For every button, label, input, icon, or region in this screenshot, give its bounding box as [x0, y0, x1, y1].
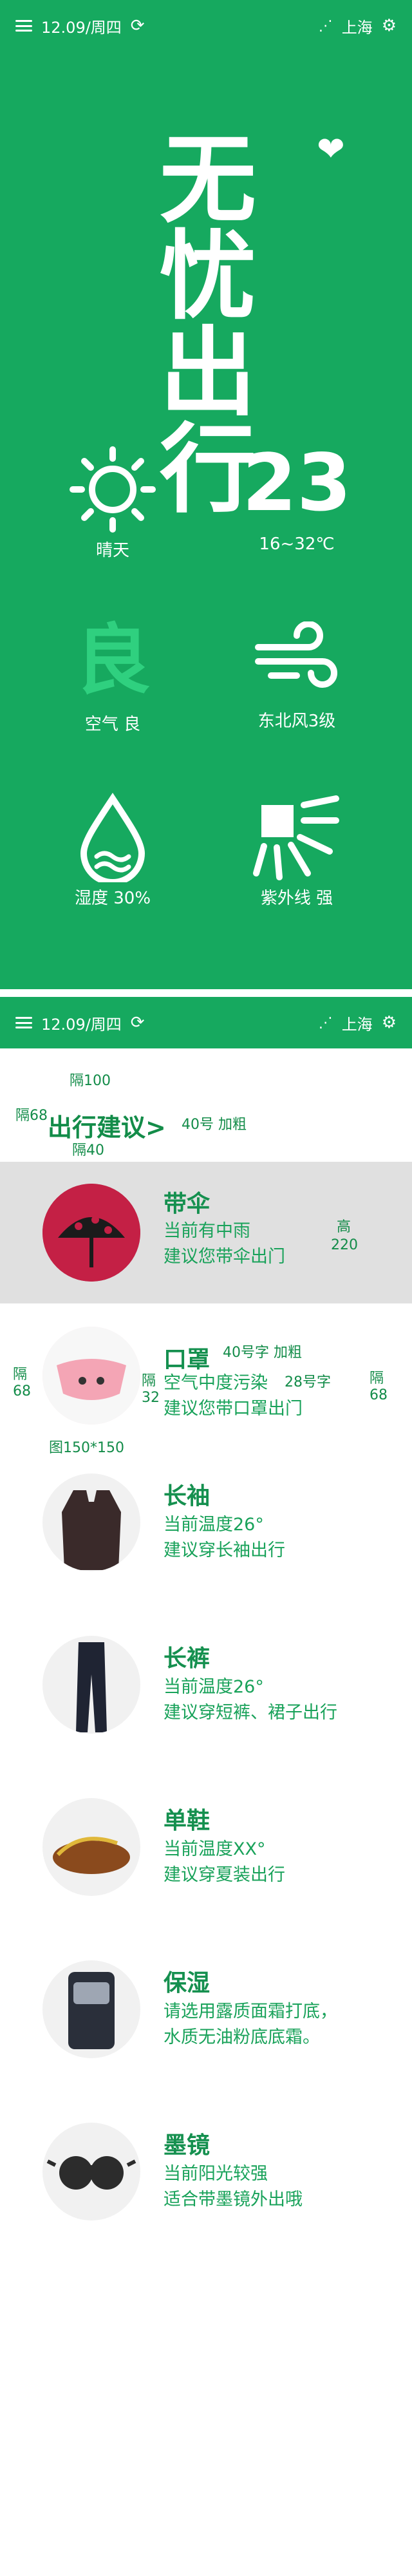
skincare-image	[42, 1960, 140, 2058]
item-desc: 当前温度26° 建议穿短裤、裙子出行	[164, 1677, 337, 1723]
annotation-desc-font: 28号字	[285, 1374, 331, 1390]
temperature-tile: 23 16~32℃	[216, 444, 377, 554]
humidity-tile: 湿度 30%	[32, 792, 193, 909]
list-item[interactable]: 单鞋 当前温度XX° 建议穿夏装出行	[0, 1785, 412, 1927]
item-title: 保湿	[164, 1970, 211, 1996]
item-title: 长裤	[164, 1645, 211, 1672]
wind-tile: 东北风3级	[216, 621, 377, 732]
sun-icon	[70, 446, 156, 533]
list-item[interactable]: 保湿 请选用露质面霜打底， 水质无油粉底底霜。	[0, 1947, 412, 2089]
item-title: 长袖	[164, 1483, 211, 1510]
annotation-gap68-top: 隔68	[15, 1108, 48, 1124]
shoes-image	[42, 1798, 140, 1896]
date-label: 12.09/周四	[41, 1015, 122, 1034]
section-title[interactable]: 出行建议>	[48, 1108, 166, 1143]
mask-icon	[42, 1327, 140, 1425]
share-icon[interactable]: ⋰	[319, 1015, 333, 1031]
item-desc: 当前温度26° 建议穿长袖出行	[164, 1515, 285, 1560]
list-item[interactable]: 墨镜 当前阳光较强 适合带墨镜外出哦	[0, 2110, 412, 2251]
second-status-bar: 12.09/周四 ⟳ ⋰ 上海 ⚙	[0, 997, 412, 1048]
weather-sun-tile: 晴天	[32, 444, 193, 561]
gear-icon[interactable]: ⚙	[382, 1013, 397, 1032]
weather-label: 晴天	[95, 541, 129, 560]
item-desc: 请选用露质面霜打底， 水质无油粉底底霜。	[164, 2002, 337, 2047]
city-label[interactable]: 上海	[342, 1012, 373, 1034]
item-title: 墨镜	[164, 2132, 211, 2159]
share-icon[interactable]: ⋰	[319, 18, 333, 34]
city-label[interactable]: 上海	[342, 15, 373, 37]
brand-line-1: 无忧	[159, 124, 259, 333]
item-desc: 当前有中雨 建议您带伞出门	[164, 1221, 285, 1267]
wind-icon	[255, 621, 337, 688]
menu-icon[interactable]	[15, 20, 32, 32]
annotation-title-font: 40号 加粗	[182, 1117, 247, 1133]
long-sleeve-icon	[62, 1490, 121, 1570]
uv-label: 紫外线 强	[260, 889, 333, 908]
wind-label: 东北风3级	[258, 712, 336, 731]
sunglasses-image	[42, 2123, 140, 2221]
air-quality-icon: 良	[74, 616, 151, 705]
item-title: 单鞋	[164, 1808, 211, 1834]
date-label: 12.09/周四	[41, 18, 122, 37]
hero-panel: 12.09/周四 ⟳ ⋰ 上海 ⚙ 无忧 出行 ❤ 晴天 23 16~32℃ 良…	[0, 0, 412, 989]
humidity-drop-icon	[80, 792, 145, 886]
refresh-icon[interactable]: ⟳	[131, 16, 145, 35]
air-quality-label: 空气 良	[84, 715, 141, 734]
item-desc: 当前阳光较强 适合带墨镜外出哦	[164, 2164, 303, 2210]
heart-icon: ❤	[317, 130, 345, 169]
long-sleeve-image	[42, 1473, 140, 1571]
pants-image	[42, 1636, 140, 1734]
umbrella-image	[42, 1184, 140, 1282]
list-item[interactable]: 隔68 隔32 口罩 40号字 加粗 空气中度污染 建议您带口罩出门 28号字 隔…	[0, 1294, 412, 1456]
refresh-icon[interactable]: ⟳	[131, 1013, 145, 1032]
annotation-gap68-right: 隔68	[370, 1370, 388, 1403]
menu-icon[interactable]	[15, 1017, 32, 1028]
top-status-bar: 12.09/周四 ⟳ ⋰ 上海 ⚙	[0, 0, 412, 52]
sunglasses-icon	[46, 2156, 136, 2190]
annotation-image-size: 图150*150	[49, 1440, 124, 1456]
skincare-icon	[68, 1972, 115, 2049]
list-item[interactable]: 长袖 当前温度26° 建议穿长袖出行	[0, 1461, 412, 1602]
list-item[interactable]: 长裤 当前温度26° 建议穿短裤、裙子出行	[0, 1623, 412, 1765]
mask-image	[42, 1327, 140, 1425]
item-desc: 当前温度XX° 建议穿夏装出行	[164, 1839, 285, 1885]
item-desc: 空气中度污染 建议您带口罩出门	[164, 1373, 303, 1419]
annotation-item-title-font: 40号字 加粗	[223, 1345, 302, 1361]
annotation-height220: 高220	[331, 1219, 358, 1253]
uv-tile: 紫外线 强	[216, 792, 377, 909]
shoes-icon	[53, 1837, 130, 1874]
annotation-gap100: 隔100	[70, 1073, 111, 1089]
list-item[interactable]: 带伞 当前有中雨 建议您带伞出门 高220	[0, 1162, 412, 1303]
temperature-value: 23	[242, 437, 351, 529]
temperature-range: 16~32℃	[259, 535, 335, 554]
uv-icon	[253, 795, 339, 880]
humidity-label: 湿度 30%	[74, 889, 151, 908]
item-title: 口罩	[164, 1347, 211, 1373]
air-quality-tile: 良 空气 良	[32, 618, 193, 735]
item-title: 带伞	[164, 1191, 211, 1217]
umbrella-icon	[42, 1184, 140, 1282]
annotation-gap68-left: 隔68	[13, 1367, 31, 1399]
gear-icon[interactable]: ⚙	[382, 16, 397, 35]
pants-icon	[76, 1642, 107, 1732]
